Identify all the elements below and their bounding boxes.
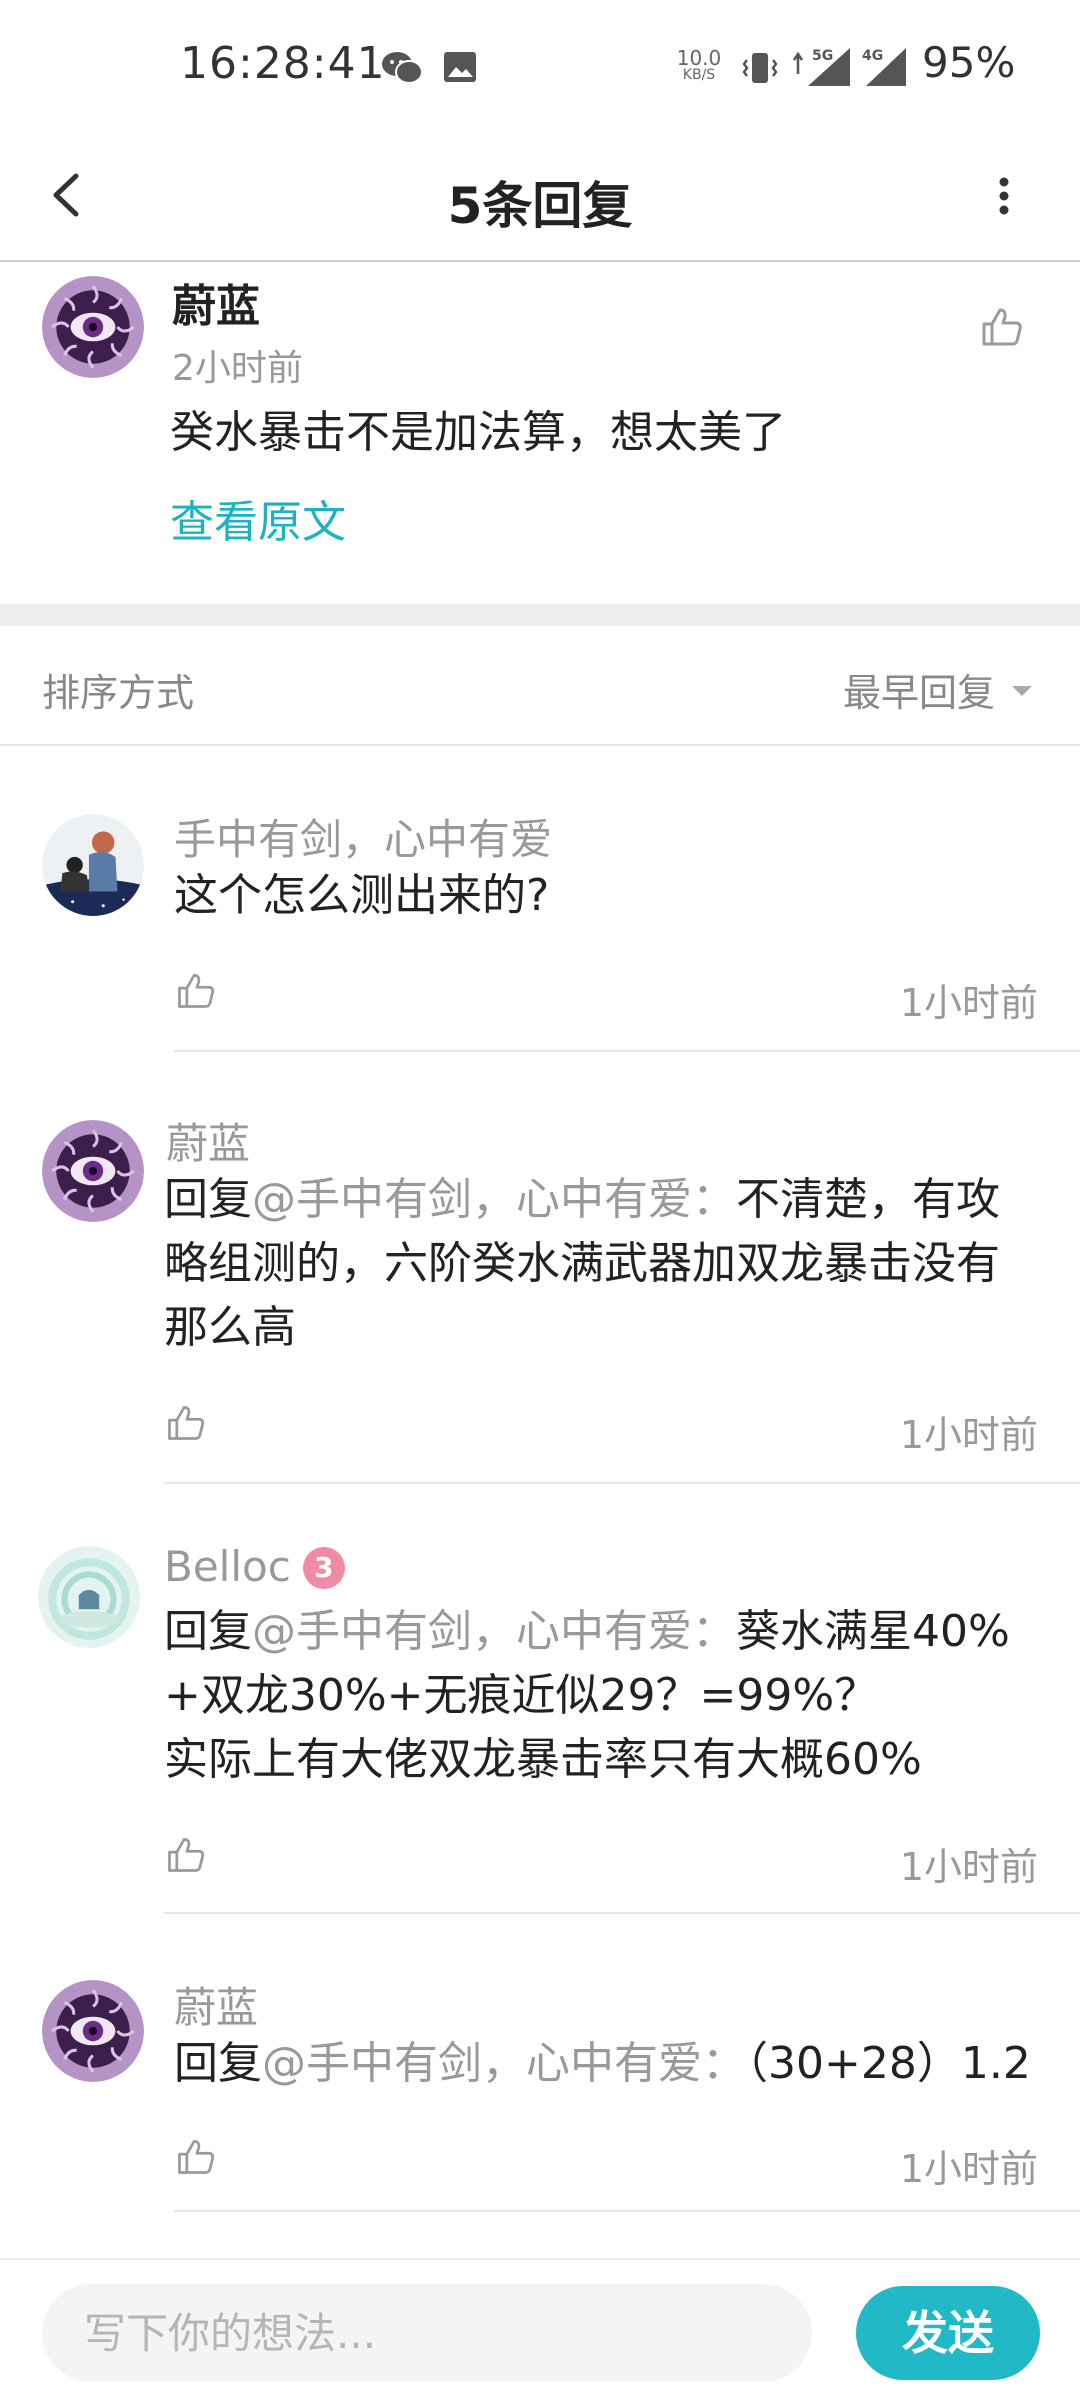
svg-text:4G: 4G bbox=[862, 48, 883, 64]
reply-time: 1小时前 bbox=[899, 981, 1038, 1025]
comment-time: 2小时前 bbox=[172, 348, 303, 389]
battery-level: 95% bbox=[922, 38, 1016, 87]
reply-time: 1小时前 bbox=[899, 2147, 1038, 2191]
reply-author[interactable]: 手中有剑，心中有爱 bbox=[174, 806, 552, 867]
vibrate-icon bbox=[742, 53, 778, 83]
reply-author[interactable]: 蔚蓝 bbox=[174, 1974, 258, 2035]
svg-text:5G: 5G bbox=[812, 48, 833, 64]
section-divider bbox=[0, 604, 1080, 626]
level-badge: 3 bbox=[302, 1547, 345, 1589]
avatar[interactable] bbox=[38, 1546, 140, 1648]
reply-item: 手中有剑，心中有爱 这个怎么测出来的? 1小时前 bbox=[0, 746, 1080, 1054]
view-original-link[interactable]: 查看原文 bbox=[170, 486, 346, 550]
mention-link[interactable]: @手中有剑，心中有爱： bbox=[252, 1606, 736, 1657]
status-time: 16:28:41 bbox=[180, 38, 386, 89]
reply-text: 回复@手中有剑，心中有爱：不清楚，有攻 略组测的，六阶癸水满武器加双龙暴击没有 … bbox=[164, 1174, 1000, 1353]
send-button[interactable]: 发送 bbox=[856, 2286, 1040, 2380]
like-icon[interactable] bbox=[164, 1832, 208, 1876]
reply-text: 回复@手中有剑，心中有爱：葵水满星40% +双龙30%+无痕近似29？=99%？… bbox=[164, 1606, 1010, 1785]
reply-text: 这个怎么测出来的? bbox=[174, 870, 550, 921]
like-icon[interactable] bbox=[164, 1400, 208, 1444]
divider bbox=[174, 1050, 1080, 1052]
comment-input[interactable] bbox=[42, 2284, 812, 2382]
signal-5g-icon: 5G bbox=[792, 48, 850, 86]
reply-time: 1小时前 bbox=[899, 1845, 1038, 1889]
comment-author[interactable]: 蔚蓝 bbox=[172, 270, 260, 334]
divider bbox=[164, 1482, 1080, 1484]
comment-input-bar: 发送 bbox=[0, 2258, 1080, 2400]
like-icon[interactable] bbox=[174, 968, 218, 1012]
reply-item: Belloc 3 回复@手中有剑，心中有爱：葵水满星40% +双龙30%+无痕近似… bbox=[0, 1486, 1080, 1914]
main-comment: 蔚蓝 2小时前 癸水暴击不是加法算，想太美了 查看原文 bbox=[0, 264, 1080, 604]
avatar[interactable] bbox=[42, 276, 144, 378]
reply-author[interactable]: Belloc 3 bbox=[164, 1542, 345, 1591]
wechat-icon bbox=[382, 52, 423, 84]
top-app-bar: 5条回复 bbox=[0, 130, 1080, 262]
sort-label: 排序方式 bbox=[42, 671, 195, 715]
sort-dropdown[interactable]: 最早回复 bbox=[843, 662, 995, 717]
avatar[interactable] bbox=[42, 1120, 144, 1222]
like-icon[interactable] bbox=[174, 2134, 218, 2178]
mention-link[interactable]: @手中有剑，心中有爱： bbox=[252, 1174, 736, 1225]
image-icon bbox=[444, 52, 476, 82]
avatar[interactable] bbox=[42, 814, 144, 916]
reply-text: 回复@手中有剑，心中有爱：（30+28）1.2 bbox=[174, 2038, 1031, 2089]
avatar[interactable] bbox=[42, 1980, 144, 2082]
reply-item: 蔚蓝 回复@手中有剑，心中有爱：不清楚，有攻 略组测的，六阶癸水满武器加双龙暴击… bbox=[0, 1054, 1080, 1486]
net-speed: 10.0 KB/S bbox=[676, 46, 722, 83]
divider bbox=[174, 2210, 1080, 2212]
status-bar: 16:28:41 10.0 KB/S 5G 4G 95% bbox=[0, 0, 1080, 130]
like-icon[interactable] bbox=[978, 302, 1026, 350]
sort-bar: 排序方式 最早回复 bbox=[0, 626, 1080, 746]
more-options-icon[interactable] bbox=[984, 160, 1024, 230]
page-title: 5条回复 bbox=[447, 177, 633, 235]
reply-item: 蔚蓝 回复@手中有剑，心中有爱：（30+28）1.2 1小时前 bbox=[0, 1912, 1080, 2212]
caret-down-icon[interactable] bbox=[1010, 684, 1034, 698]
comment-text: 癸水暴击不是加法算，想太美了 bbox=[170, 407, 786, 458]
mention-link[interactable]: @手中有剑，心中有爱： bbox=[262, 2038, 746, 2089]
reply-time: 1小时前 bbox=[899, 1413, 1038, 1457]
signal-4g-icon: 4G bbox=[862, 48, 906, 86]
reply-author[interactable]: 蔚蓝 bbox=[166, 1110, 250, 1171]
